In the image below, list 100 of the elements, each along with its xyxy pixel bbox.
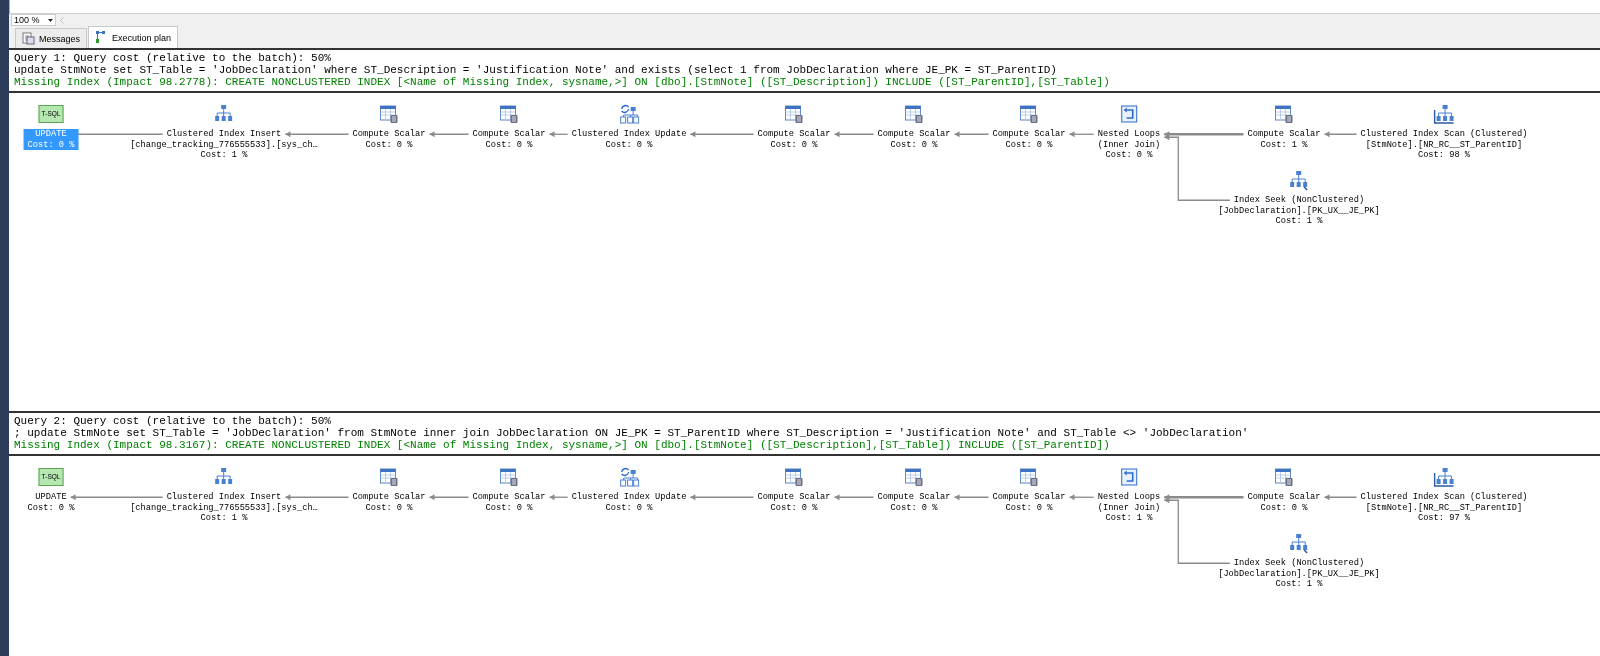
query-cost-title: Query 1: Query cost (relative to the batch): 50% xyxy=(14,52,332,64)
hierarchy-icon[interactable] xyxy=(1288,169,1310,191)
node-label-box[interactable]: Nested Loops (Inner Join) Cost: 0 % xyxy=(1093,129,1165,161)
table-calculator-icon[interactable] xyxy=(903,103,925,125)
operator-name: UPDATE xyxy=(35,492,67,503)
cost-label: Cost: 0 % xyxy=(27,502,75,513)
arrow xyxy=(689,131,755,138)
cost-label: Cost: 0 % xyxy=(770,139,818,150)
table-calculator-icon[interactable] xyxy=(783,466,805,488)
arrow xyxy=(953,494,990,501)
arrow xyxy=(548,494,569,501)
operator-name: Index Seek (NonClustered) xyxy=(1233,195,1365,206)
node-label-box[interactable]: Compute Scalar Cost: 0 % xyxy=(1243,492,1325,513)
cost-label: Cost: 0 % xyxy=(27,139,75,150)
object-name: (Inner Join) xyxy=(1097,502,1161,513)
node-label-box[interactable]: Compute Scalar Cost: 0 % xyxy=(753,129,835,150)
arrow xyxy=(548,131,569,138)
operator-name: Compute Scalar xyxy=(1247,129,1321,140)
node-label-box[interactable]: Compute Scalar Cost: 0 % xyxy=(873,129,955,150)
hierarchy-arrow-icon[interactable] xyxy=(1433,103,1455,125)
cost-label: Cost: 0 % xyxy=(365,502,413,513)
node-label-box[interactable]: Compute Scalar Cost: 0 % xyxy=(468,492,550,513)
missing-index-hint[interactable]: Missing Index (Impact 98.3167): CREATE NONCLUSTERED INDEX [<Name of Missing Index, sysname,>] ON [dbo].[StmNote] ([ST_Description],[ST_Table]) INCLUDE ([ST_ParentID]) xyxy=(14,439,1595,451)
node-label-box[interactable]: Compute Scalar Cost: 0 % xyxy=(988,129,1070,150)
cost-label: Cost: 0 % xyxy=(1005,502,1053,513)
cost-label: Cost: 1 % xyxy=(200,513,248,524)
cost-label: Cost: 0 % xyxy=(1105,150,1153,161)
cost-label: Cost: 0 % xyxy=(1005,139,1053,150)
node-label-box[interactable]: Clustered Index Insert [change_tracking_776555533].[sys_ch… Cost: 1 % xyxy=(126,492,322,524)
arrow xyxy=(833,494,875,501)
table-calculator-icon[interactable] xyxy=(783,103,805,125)
node-label-box[interactable]: Compute Scalar Cost: 0 % xyxy=(468,129,550,150)
object-name: [change_tracking_776555533].[sys_ch… xyxy=(130,502,318,513)
tab[interactable]: Messages xyxy=(15,28,88,48)
node-label-box[interactable]: Compute Scalar Cost: 0 % xyxy=(753,492,835,513)
node-label-box[interactable]: Compute Scalar Cost: 0 % xyxy=(348,129,430,150)
cost-label: Cost: 1 % xyxy=(1105,513,1153,524)
object-name: [change_tracking_776555533].[sys_ch… xyxy=(130,139,318,150)
arrow xyxy=(428,131,470,138)
table-calculator-icon[interactable] xyxy=(1018,103,1040,125)
node-label-box[interactable]: Index Seek (NonClustered) [JobDeclaration].[PK_UX__JE_PK] Cost: 1 % xyxy=(1214,558,1384,590)
tab[interactable]: Execution plan xyxy=(88,26,179,48)
object-name: [JobDeclaration].[PK_UX__JE_PK] xyxy=(1218,568,1380,579)
node-label-box[interactable]: Clustered Index Update Cost: 0 % xyxy=(567,129,691,150)
arrow xyxy=(284,131,350,138)
operator-name: Index Seek (NonClustered) xyxy=(1233,558,1365,569)
operator-name: Compute Scalar xyxy=(757,129,831,140)
table-calculator-icon[interactable] xyxy=(1018,466,1040,488)
operator-name: Compute Scalar xyxy=(992,129,1066,140)
node-label-box[interactable]: Compute Scalar Cost: 0 % xyxy=(348,492,430,513)
loop-icon[interactable] xyxy=(1118,103,1140,125)
node-label-box[interactable]: Clustered Index Scan (Clustered) [StmNote].[NR_RC__ST_ParentID] Cost: 97 % xyxy=(1356,492,1532,524)
hierarchy-refresh-icon[interactable] xyxy=(618,103,640,125)
operator-name: Compute Scalar xyxy=(757,492,831,503)
cost-label: Cost: 0 % xyxy=(770,502,818,513)
table-calculator-icon[interactable] xyxy=(1273,466,1295,488)
sql-statement: ; update StmNote set ST_Table = 'JobDeclaration' from StmNote inner join JobDeclaration ON JE_PK = ST_ParentID where ST_Description = 'Justification Note' and ST_Table <> 'JobDeclaration' xyxy=(14,427,1250,439)
node-label-box[interactable]: Nested Loops (Inner Join) Cost: 1 % xyxy=(1093,492,1165,524)
node-label-box[interactable]: Compute Scalar Cost: 0 % xyxy=(988,492,1070,513)
arrow xyxy=(1323,131,1358,138)
operator-name: Compute Scalar xyxy=(877,129,951,140)
sql-statement: update StmNote set ST_Table = 'JobDeclaration' where ST_Description = 'Justification Note' and exists (select 1 from JobDeclaration where JE_PK = ST_ParentID) xyxy=(14,64,1058,76)
node-label-box[interactable]: Compute Scalar Cost: 0 % xyxy=(873,492,955,513)
cost-label: Cost: 1 % xyxy=(1275,216,1323,227)
missing-index-hint[interactable]: Missing Index (Impact 98.2778): CREATE NONCLUSTERED INDEX [<Name of Missing Index, sysname,>] ON [dbo].[StmNote] ([ST_Description]) INCLUDE ([ST_ParentID],[ST_Table]) xyxy=(14,76,1595,88)
node-label-box[interactable]: Index Seek (NonClustered) [JobDeclaration].[PK_UX__JE_PK] Cost: 1 % xyxy=(1214,195,1384,227)
hierarchy-refresh-icon[interactable] xyxy=(618,466,640,488)
operator-name: Compute Scalar xyxy=(1247,492,1321,503)
node-label-box[interactable]: UPDATE Cost: 0 % xyxy=(23,492,79,513)
operator-name: Clustered Index Update xyxy=(571,492,687,503)
object-name: [StmNote].[NR_RC__ST_ParentID] xyxy=(1365,139,1523,150)
loop-icon[interactable] xyxy=(1118,466,1140,488)
table-calculator-icon[interactable] xyxy=(903,466,925,488)
table-calculator-icon[interactable] xyxy=(498,103,520,125)
operator-name: Nested Loops xyxy=(1097,129,1161,140)
hierarchy-icon[interactable] xyxy=(1288,532,1310,554)
cost-label: Cost: 0 % xyxy=(605,502,653,513)
node-label-box[interactable]: Clustered Index Scan (Clustered) [StmNote].[NR_RC__ST_ParentID] Cost: 98 % xyxy=(1356,129,1532,161)
operator-name: Compute Scalar xyxy=(472,492,546,503)
table-calculator-icon[interactable] xyxy=(498,466,520,488)
document-icon xyxy=(22,32,35,45)
arrow xyxy=(1068,131,1095,138)
cost-label: Cost: 97 % xyxy=(1417,513,1471,524)
arrow xyxy=(833,131,875,138)
arrow xyxy=(1323,494,1358,501)
table-calculator-icon[interactable] xyxy=(1273,103,1295,125)
object-name: [JobDeclaration].[PK_UX__JE_PK] xyxy=(1218,205,1380,216)
operator-name: Clustered Index Insert xyxy=(166,129,282,140)
zoom-dropdown[interactable]: 100 % xyxy=(11,14,56,26)
operator-name: Compute Scalar xyxy=(352,492,426,503)
table-calculator-icon[interactable] xyxy=(378,103,400,125)
node-label-box[interactable]: Clustered Index Insert [change_tracking_776555533].[sys_ch… Cost: 1 % xyxy=(126,129,322,161)
zoom-value: 100 % xyxy=(14,15,40,25)
cost-label: Cost: 0 % xyxy=(485,139,533,150)
cost-label: Cost: 0 % xyxy=(890,502,938,513)
node-label-box[interactable]: Clustered Index Update Cost: 0 % xyxy=(567,492,691,513)
table-calculator-icon[interactable] xyxy=(378,466,400,488)
hierarchy-arrow-icon[interactable] xyxy=(1433,466,1455,488)
node-label-box[interactable]: Compute Scalar Cost: 1 % xyxy=(1243,129,1325,150)
operator-name: Compute Scalar xyxy=(352,129,426,140)
